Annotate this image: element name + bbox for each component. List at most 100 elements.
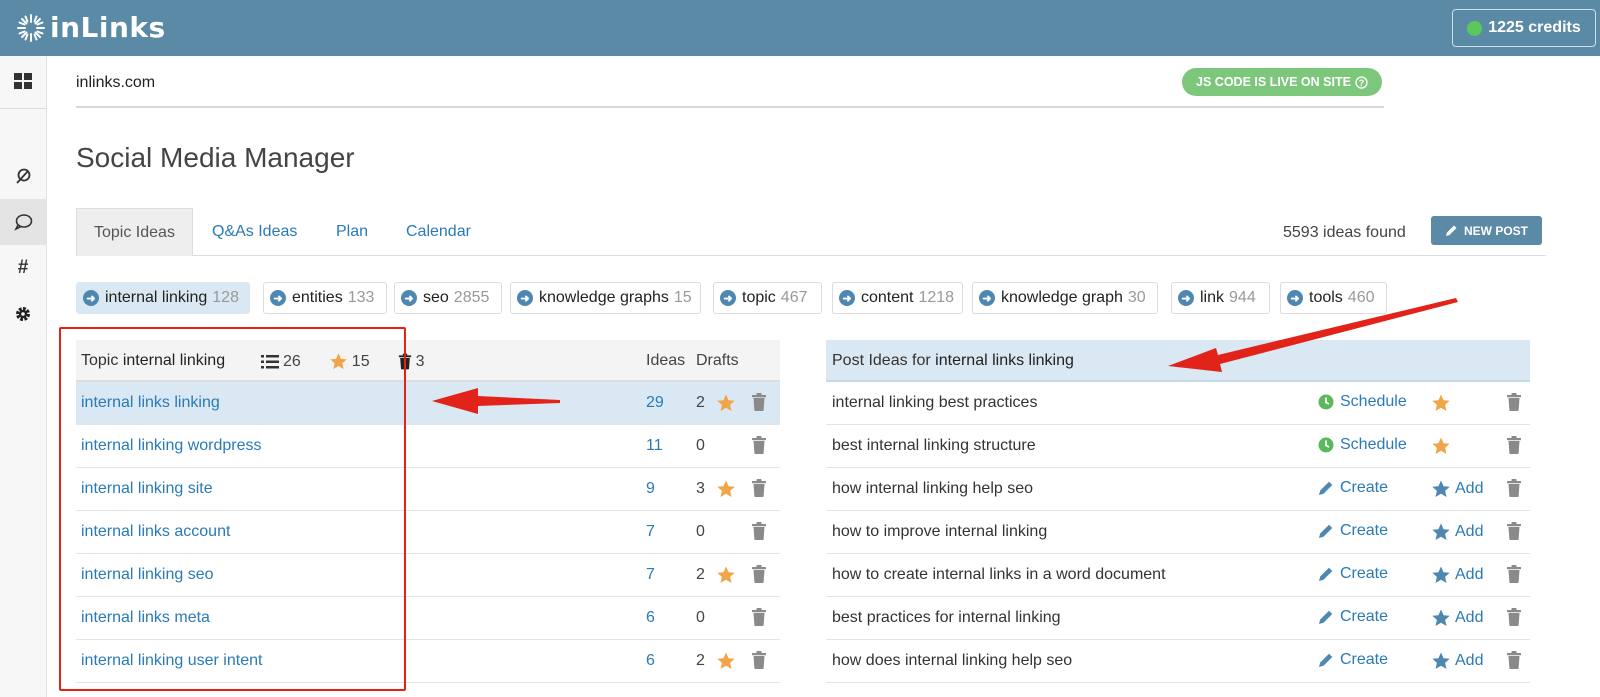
top-bar: inLinks 1225 credits — [0, 0, 1600, 56]
column-header-ideas: Ideas — [646, 352, 686, 369]
add-favourite-button[interactable]: Add — [1431, 565, 1483, 585]
tab-qas-ideas[interactable]: Q&As Ideas — [212, 208, 297, 256]
trash-icon[interactable] — [751, 608, 767, 626]
clock-icon — [1318, 437, 1334, 453]
create-button[interactable]: Create — [1318, 479, 1388, 497]
chip-knowledge-graphs[interactable]: ➜ knowledge graphs 15 — [510, 282, 701, 314]
arrow-right-circle-icon: ➜ — [839, 290, 855, 306]
chip-knowledge-graph[interactable]: ➜ knowledge graph 30 — [972, 282, 1158, 314]
annotation-highlight-box — [59, 327, 406, 691]
trash-icon[interactable] — [1506, 651, 1522, 669]
post-idea-text: how to improve internal linking — [832, 523, 1048, 540]
tab-topic-ideas[interactable]: Topic Ideas — [76, 208, 193, 256]
social-media-chat-icon[interactable] — [0, 199, 46, 245]
create-label: Create — [1340, 651, 1389, 668]
chip-count: 30 — [1127, 289, 1146, 306]
add-favourite-button[interactable]: Add — [1431, 608, 1483, 628]
topic-icon[interactable] — [0, 153, 46, 199]
arrow-right-circle-icon: ➜ — [720, 290, 736, 306]
create-button[interactable]: Create — [1318, 651, 1388, 669]
star-icon[interactable] — [716, 479, 736, 499]
trash-icon[interactable] — [1506, 393, 1522, 411]
new-post-button[interactable]: NEW POST — [1431, 216, 1542, 245]
trash-icon[interactable] — [751, 393, 767, 411]
topic-drafts-count: 2 — [696, 566, 705, 583]
chip-tools[interactable]: ➜ tools 460 — [1280, 282, 1387, 314]
trash-icon[interactable] — [751, 565, 767, 583]
arrow-right-circle-icon: ➜ — [979, 290, 995, 306]
tab-plan[interactable]: Plan — [336, 208, 368, 256]
brand-name: inLinks — [50, 11, 166, 44]
hashtag-icon[interactable]: # — [0, 245, 46, 291]
arrow-right-circle-icon: ➜ — [1287, 290, 1303, 306]
star-icon[interactable] — [716, 651, 736, 671]
arrow-right-circle-icon: ➜ — [401, 290, 417, 306]
add-label: Add — [1455, 566, 1484, 583]
chip-label: internal linking — [105, 289, 208, 306]
schedule-button[interactable]: Schedule — [1318, 436, 1407, 454]
logo[interactable]: inLinks — [16, 11, 166, 44]
logo-sunburst-icon — [17, 13, 45, 42]
post-ideas-header: Post Ideas for internal links linking — [826, 340, 1530, 382]
create-button[interactable]: Create — [1318, 565, 1388, 583]
topic-ideas-count[interactable]: 6 — [646, 652, 655, 670]
credits-button[interactable]: 1225 credits — [1452, 9, 1596, 47]
js-status-badge[interactable]: JS CODE IS LIVE ON SITE ? — [1182, 68, 1382, 96]
topic-ideas-count[interactable]: 6 — [646, 609, 655, 627]
create-button[interactable]: Create — [1318, 608, 1388, 626]
domain-bar: inlinks.com JS CODE IS LIVE ON SITE ? — [76, 66, 1384, 108]
chip-content[interactable]: ➜ content 1218 — [832, 282, 963, 314]
post-idea-text: internal linking best practices — [832, 394, 1038, 411]
add-label: Add — [1455, 480, 1484, 497]
chip-link[interactable]: ➜ link 944 — [1171, 282, 1270, 314]
create-button[interactable]: Create — [1318, 522, 1388, 540]
trash-icon[interactable] — [1506, 479, 1522, 497]
topic-ideas-count[interactable]: 9 — [646, 480, 655, 498]
arrow-right-circle-icon: ➜ — [517, 290, 533, 306]
chip-entities[interactable]: ➜ entities 133 — [263, 282, 387, 314]
favourite-button[interactable] — [1431, 393, 1451, 413]
add-label: Add — [1455, 523, 1484, 540]
trash-icon[interactable] — [751, 522, 767, 540]
chip-label: entities — [292, 289, 343, 306]
tab-calendar[interactable]: Calendar — [406, 208, 471, 256]
column-header-drafts: Drafts — [696, 352, 739, 369]
topic-ideas-count[interactable]: 11 — [646, 437, 663, 455]
topic-ideas-count[interactable]: 29 — [646, 394, 664, 412]
trash-icon[interactable] — [1506, 565, 1522, 583]
trash-icon[interactable] — [1506, 522, 1522, 540]
favourite-button[interactable] — [1431, 436, 1451, 456]
topic-ideas-count[interactable]: 7 — [646, 566, 655, 584]
chip-topic[interactable]: ➜ topic 467 — [713, 282, 822, 314]
chip-count: 2855 — [453, 289, 490, 306]
create-label: Create — [1340, 522, 1389, 539]
post-idea-row: how does internal linking help seo Creat… — [826, 640, 1530, 683]
star-icon[interactable] — [716, 565, 736, 585]
schedule-button[interactable]: Schedule — [1318, 393, 1407, 411]
add-favourite-button[interactable]: Add — [1431, 479, 1483, 499]
topic-drafts-count: 2 — [696, 394, 705, 411]
add-favourite-button[interactable]: Add — [1431, 522, 1483, 542]
gear-icon[interactable] — [0, 291, 46, 337]
topic-drafts-count: 2 — [696, 652, 705, 669]
trash-icon[interactable] — [751, 651, 767, 669]
chip-count: 128 — [212, 289, 239, 306]
domain-name: inlinks.com — [76, 74, 156, 91]
chip-internal-linking[interactable]: ➜ internal linking 128 — [76, 282, 250, 314]
trash-icon[interactable] — [751, 436, 767, 454]
trash-icon[interactable] — [1506, 436, 1522, 454]
trash-icon[interactable] — [1506, 608, 1522, 626]
add-favourite-button[interactable]: Add — [1431, 651, 1483, 671]
pencil-icon — [1319, 653, 1333, 667]
dashboard-icon[interactable] — [0, 58, 46, 104]
add-label: Add — [1455, 609, 1484, 626]
star-icon[interactable] — [716, 393, 736, 413]
chip-label: tools — [1309, 289, 1343, 306]
chip-seo[interactable]: ➜ seo 2855 — [394, 282, 502, 314]
post-idea-text: best practices for internal linking — [832, 609, 1061, 626]
star-icon — [1431, 393, 1451, 413]
trash-icon[interactable] — [751, 479, 767, 497]
chip-count: 460 — [1347, 289, 1375, 306]
topic-ideas-count[interactable]: 7 — [646, 523, 655, 541]
post-idea-row: how to improve internal linking Create A… — [826, 511, 1530, 554]
